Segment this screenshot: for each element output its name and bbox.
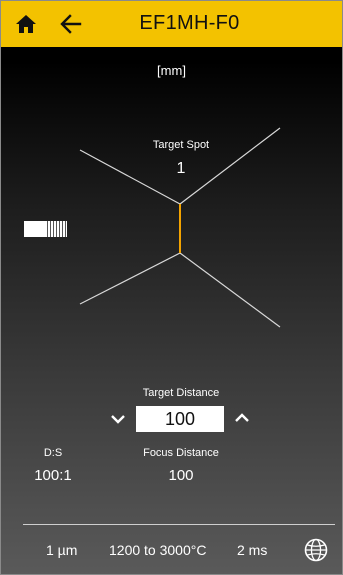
beam-line-lower-right [179,252,281,328]
resolution-value: 1 µm [46,542,78,558]
beam-line-lower-left [79,252,181,305]
chevron-up-icon [235,413,249,422]
target-distance-label: Target Distance [142,387,220,399]
ds-ratio-value: 100:1 [34,467,72,484]
language-button[interactable] [304,538,328,562]
ds-ratio-label: D:S [43,447,63,459]
target-spot-value: 1 [176,160,186,177]
target-distance-input[interactable] [136,406,224,432]
globe-icon [304,538,328,562]
decrease-distance-button[interactable] [109,412,127,426]
optics-diagram [79,127,281,328]
temperature-range-value: 1200 to 3000°C [109,542,207,558]
focus-distance-value: 100 [168,467,194,484]
distance-slider-handle[interactable] [24,221,67,237]
slider-grip [47,221,67,237]
chevron-down-icon [111,415,125,424]
increase-distance-button[interactable] [233,411,251,425]
footer-divider [23,524,335,525]
response-time-value: 2 ms [237,542,268,558]
target-spot-label: Target Spot [152,139,210,151]
focus-distance-label: Focus Distance [143,447,219,459]
app-frame: EF1MH-F0 [mm] Target Spot 1 Target Dista… [0,0,343,575]
